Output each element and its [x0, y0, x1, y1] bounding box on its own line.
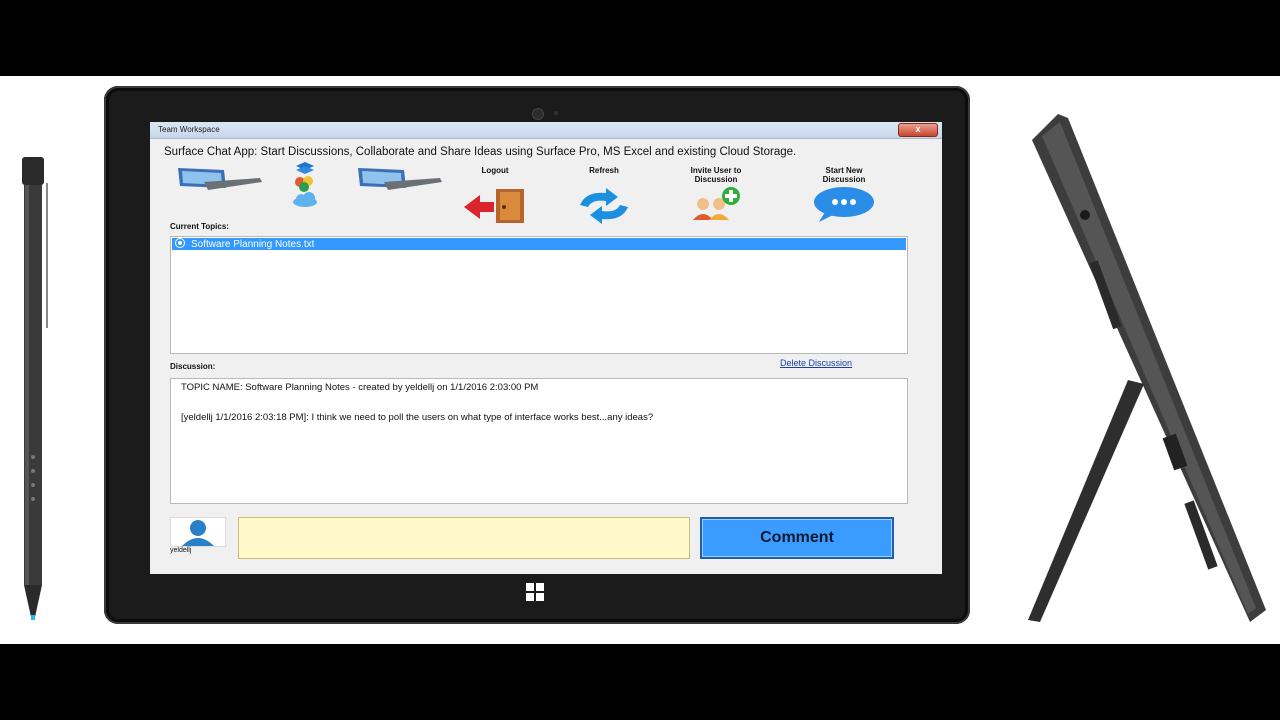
start-label-line1: Start New: [825, 166, 863, 175]
refresh-button[interactable]: Refresh: [574, 166, 634, 230]
app-header: Surface Chat App: Start Discussions, Col…: [164, 146, 797, 158]
surface-pen-image: [22, 157, 48, 620]
user-avatar-icon: [182, 520, 214, 546]
sensor-icon: [554, 111, 558, 115]
invite-label-line1: Invite User to: [690, 166, 742, 175]
current-topics-label: Current Topics:: [170, 222, 229, 231]
window-title: Team Workspace: [158, 125, 220, 134]
discussion-textarea[interactable]: TOPIC NAME: Software Planning Notes - cr…: [170, 378, 908, 504]
delete-discussion-link[interactable]: Delete Discussion: [780, 358, 852, 368]
topics-list[interactable]: Software Planning Notes.txt: [170, 236, 908, 354]
logout-button[interactable]: Logout: [460, 166, 530, 230]
cloud-services-icon: [293, 162, 317, 207]
start-label-line2: Discussion: [822, 175, 866, 184]
discussion-message-line: [yeldellj 1/1/2016 2:03:18 PM]: I think …: [181, 412, 654, 423]
comment-button[interactable]: Comment: [700, 517, 894, 559]
window-titlebar: Team Workspace x: [150, 122, 942, 139]
invite-user-button[interactable]: Invite User to Discussion: [670, 166, 762, 227]
surface-side-view-image: [1028, 114, 1266, 622]
comment-input[interactable]: [238, 517, 690, 559]
camera-icon: [532, 108, 544, 120]
chat-bubble-icon: [814, 187, 874, 222]
toolbar: Logout Refresh Invite User to Discussion…: [150, 162, 942, 228]
topic-radio-icon[interactable]: [175, 238, 185, 248]
app-window: Team Workspace x Surface Chat App: Start…: [150, 122, 942, 574]
surface-device-logo-icon: [358, 168, 442, 190]
invite-label-line2: Discussion: [694, 175, 738, 184]
logout-door-icon: [464, 189, 524, 223]
refresh-arrows-icon: [580, 188, 628, 224]
close-button[interactable]: x: [898, 123, 938, 137]
topic-item-label: Software Planning Notes.txt: [191, 239, 315, 250]
windows-logo-icon[interactable]: [526, 583, 544, 601]
invite-users-icon: [693, 187, 740, 220]
topic-item[interactable]: Software Planning Notes.txt: [172, 238, 906, 250]
discussion-topic-line: TOPIC NAME: Software Planning Notes - cr…: [181, 382, 539, 393]
logout-label: Logout: [481, 166, 509, 175]
username-label: yeldellj: [170, 547, 192, 554]
start-discussion-button[interactable]: Start New Discussion: [802, 166, 886, 227]
surface-laptop-logo-icon: [178, 168, 262, 190]
discussion-label: Discussion:: [170, 362, 216, 371]
user-avatar: [170, 517, 226, 547]
refresh-label: Refresh: [589, 166, 619, 175]
surface-tablet: Team Workspace x Surface Chat App: Start…: [104, 86, 970, 624]
